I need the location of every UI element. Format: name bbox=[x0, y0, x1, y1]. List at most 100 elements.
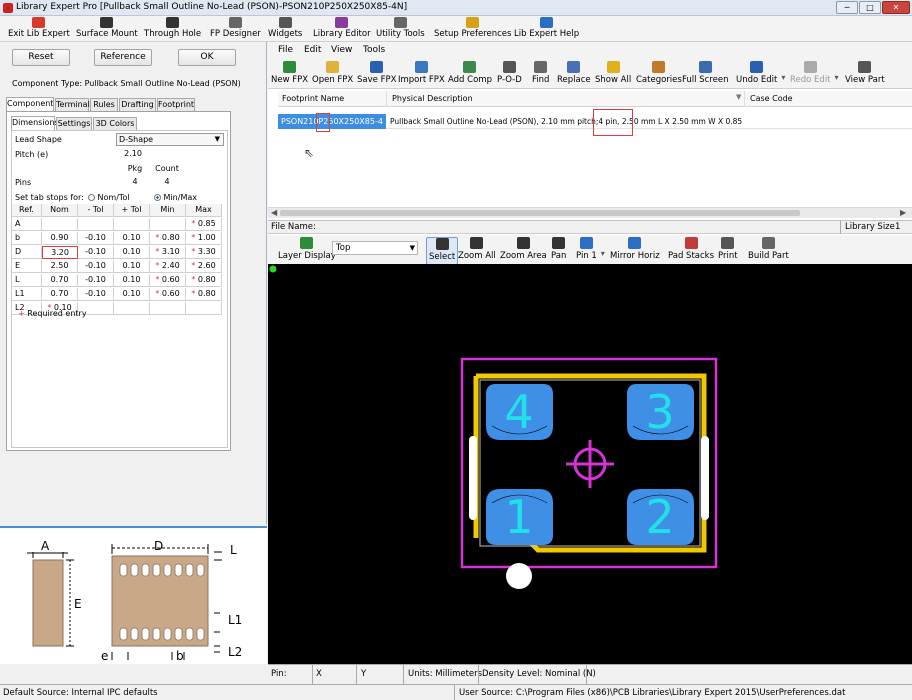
pan-button[interactable]: Pan bbox=[551, 237, 566, 265]
col-footprint-name[interactable]: Footprint Name bbox=[282, 91, 344, 107]
reference-button[interactable]: Reference bbox=[94, 49, 152, 66]
show-all-button[interactable]: Show All bbox=[595, 61, 631, 89]
find-button[interactable]: Find bbox=[532, 61, 549, 89]
dim-mtol-input[interactable] bbox=[78, 218, 114, 231]
row-description[interactable]: Pullback Small Outline No-Lead (PSON), 2… bbox=[390, 114, 744, 129]
build-part-button[interactable]: Build Part bbox=[748, 237, 789, 265]
undo-edit-button[interactable]: Undo Edit ▾ bbox=[736, 61, 785, 89]
col-case-code[interactable]: Case Code bbox=[750, 91, 793, 107]
close-button[interactable]: ✕ bbox=[882, 1, 910, 14]
mirror-horiz-button[interactable]: Mirror Horiz bbox=[610, 237, 660, 265]
subtab-3d-colors[interactable]: 3D Colors bbox=[93, 117, 137, 130]
dim-nom-input[interactable]: 3.20 bbox=[42, 246, 78, 259]
surface-mount-button[interactable]: Surface Mount bbox=[76, 17, 138, 41]
pin-1-button[interactable]: Pin 1 ▾ bbox=[576, 237, 605, 265]
dim-max-input[interactable]: * 3.30 bbox=[186, 246, 222, 259]
fp-designer-button[interactable]: FP Designer bbox=[210, 17, 261, 41]
dropdown-arrow-icon[interactable]: ▾ bbox=[835, 73, 839, 82]
select-button[interactable]: Select bbox=[426, 237, 459, 265]
dim-max-input[interactable]: * 0.80 bbox=[186, 274, 222, 287]
layer-select[interactable]: Top ▼ bbox=[332, 241, 418, 255]
scroll-right-icon[interactable]: ▶ bbox=[900, 208, 906, 217]
dim-max-input[interactable] bbox=[186, 302, 222, 315]
dim-min-input[interactable]: * 0.60 bbox=[150, 288, 186, 301]
exit-lib-expert-button[interactable]: Exit Lib Expert bbox=[8, 17, 70, 41]
dim-ptol-input[interactable]: 0.10 bbox=[114, 274, 150, 287]
setup-preferences-button[interactable]: Setup Preferences bbox=[434, 17, 511, 41]
tab-drafting[interactable]: Drafting bbox=[119, 98, 156, 111]
dim-max-input[interactable]: * 0.80 bbox=[186, 288, 222, 301]
dim-mtol-input[interactable]: -0.10 bbox=[78, 246, 114, 259]
lead-shape-select[interactable]: D-Shape ▼ bbox=[116, 133, 224, 146]
tab-terminal[interactable]: Terminal bbox=[55, 98, 90, 111]
open-fpx-button[interactable]: Open FPX bbox=[312, 61, 353, 89]
add-comp-button[interactable]: Add Comp bbox=[448, 61, 492, 89]
pins-pkg-input[interactable]: 4 bbox=[120, 176, 150, 188]
dim-ptol-input[interactable] bbox=[114, 218, 150, 231]
dim-mtol-input[interactable]: -0.10 bbox=[78, 288, 114, 301]
maximize-button[interactable]: □ bbox=[859, 1, 881, 14]
view-part-button[interactable]: View Part bbox=[845, 61, 885, 89]
col-physical-description[interactable]: Physical Description bbox=[392, 91, 473, 107]
dropdown-arrow-icon[interactable]: ▾ bbox=[601, 249, 605, 258]
menu-tools[interactable]: Tools bbox=[363, 45, 385, 55]
row-case-code[interactable] bbox=[750, 114, 910, 129]
zoom-all-button[interactable]: Zoom All bbox=[458, 237, 496, 265]
pins-count-input[interactable]: 4 bbox=[152, 176, 182, 188]
save-fpx-button[interactable]: Save FPX bbox=[357, 61, 396, 89]
pitch-input[interactable]: 2.10 bbox=[116, 148, 150, 160]
dim-ptol-input[interactable] bbox=[114, 302, 150, 315]
scroll-thumb[interactable] bbox=[280, 210, 800, 216]
tab-component[interactable]: Component bbox=[6, 97, 54, 111]
p-o-d-button[interactable]: P-O-D bbox=[497, 61, 522, 89]
new-fpx-button[interactable]: New FPX bbox=[271, 61, 308, 89]
tab-footprint[interactable]: Footprint bbox=[157, 98, 195, 111]
replace-button[interactable]: Replace bbox=[557, 61, 591, 89]
menu-edit[interactable]: Edit bbox=[304, 45, 321, 55]
dim-max-input[interactable]: * 0.85 bbox=[186, 218, 222, 231]
menu-file[interactable]: File bbox=[278, 45, 293, 55]
dim-ptol-input[interactable]: 0.10 bbox=[114, 232, 150, 245]
footprint-canvas[interactable]: 4 3 1 2 bbox=[268, 264, 912, 664]
widgets-button[interactable]: Widgets bbox=[268, 17, 302, 41]
dim-min-input[interactable] bbox=[150, 218, 186, 231]
utility-tools-button[interactable]: Utility Tools bbox=[376, 17, 425, 41]
radio-nom-tol[interactable]: Nom/Tol bbox=[88, 193, 130, 202]
scroll-left-icon[interactable]: ◀ bbox=[271, 208, 277, 217]
layer-display-button[interactable]: Layer Display bbox=[278, 237, 336, 265]
ok-button[interactable]: OK bbox=[178, 49, 236, 66]
dim-mtol-input[interactable]: -0.10 bbox=[78, 232, 114, 245]
dim-nom-input[interactable]: 0.70 bbox=[42, 288, 78, 301]
row-footprint-name[interactable]: PSON210P250X250X85-4 bbox=[278, 114, 386, 129]
dim-max-input[interactable]: * 1.00 bbox=[186, 232, 222, 245]
radio-min-max[interactable]: Min/Max bbox=[154, 193, 197, 202]
library-editor-button[interactable]: Library Editor bbox=[313, 17, 371, 41]
print-button[interactable]: Print bbox=[718, 237, 738, 265]
dim-ptol-input[interactable]: 0.10 bbox=[114, 288, 150, 301]
horizontal-scrollbar[interactable]: ◀ ▶ bbox=[268, 207, 912, 218]
through-hole-button[interactable]: Through Hole bbox=[144, 17, 201, 41]
menu-view[interactable]: View bbox=[331, 45, 352, 55]
minimize-button[interactable]: ─ bbox=[836, 1, 858, 14]
dim-min-input[interactable] bbox=[150, 302, 186, 315]
dim-min-input[interactable]: * 3.10 bbox=[150, 246, 186, 259]
reset-button[interactable]: Reset bbox=[12, 49, 70, 66]
dim-nom-input[interactable]: 0.70 bbox=[42, 274, 78, 287]
import-fpx-button[interactable]: Import FPX bbox=[398, 61, 445, 89]
dim-min-input[interactable]: * 0.80 bbox=[150, 232, 186, 245]
redo-edit-button[interactable]: Redo Edit ▾ bbox=[790, 61, 839, 89]
dim-min-input[interactable]: * 0.60 bbox=[150, 274, 186, 287]
categories-button[interactable]: Categories bbox=[636, 61, 682, 89]
dropdown-arrow-icon[interactable]: ▾ bbox=[781, 73, 785, 82]
dim-nom-input[interactable] bbox=[42, 218, 78, 231]
full-screen-button[interactable]: Full Screen bbox=[682, 61, 728, 89]
dim-nom-input[interactable]: 2.50 bbox=[42, 260, 78, 273]
dim-nom-input[interactable]: 0.90 bbox=[42, 232, 78, 245]
subtab-settings[interactable]: Settings bbox=[56, 117, 92, 130]
dim-min-input[interactable]: * 2.40 bbox=[150, 260, 186, 273]
dim-max-input[interactable]: * 2.60 bbox=[186, 260, 222, 273]
dim-ptol-input[interactable]: 0.10 bbox=[114, 260, 150, 273]
pad-stacks-button[interactable]: Pad Stacks bbox=[668, 237, 714, 265]
dim-mtol-input[interactable]: -0.10 bbox=[78, 260, 114, 273]
lib-expert-help-button[interactable]: Lib Expert Help bbox=[514, 17, 579, 41]
